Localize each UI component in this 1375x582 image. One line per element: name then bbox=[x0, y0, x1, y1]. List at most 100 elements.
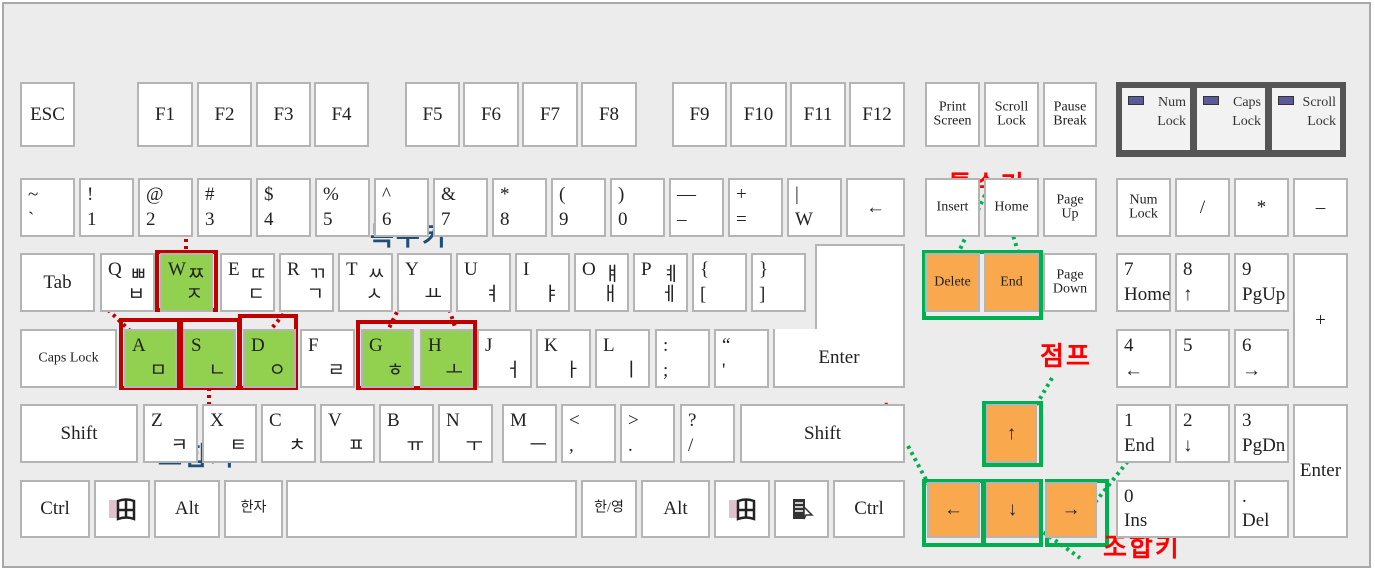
key-lbr[interactable]: {[ bbox=[692, 253, 747, 312]
key-f9[interactable]: F9 bbox=[672, 82, 727, 147]
key-f6[interactable]: F6 bbox=[463, 82, 519, 147]
key-up[interactable]: ↑ bbox=[986, 404, 1037, 463]
key-f1[interactable]: F1 bbox=[137, 82, 193, 147]
key-rshift[interactable]: Shift bbox=[740, 404, 905, 463]
key-cc[interactable]: Cㅊ bbox=[261, 404, 316, 463]
key-down[interactable]: ↓ bbox=[986, 482, 1039, 538]
key-e[interactable]: Eㄸㄷ bbox=[220, 253, 275, 312]
key-k6[interactable]: ^ 6 bbox=[374, 178, 429, 237]
key-x[interactable]: Xㅌ bbox=[202, 404, 257, 463]
key-l[interactable]: Lㅣ bbox=[595, 329, 650, 388]
key-o[interactable]: Oㅒㅐ bbox=[574, 253, 629, 312]
key-k4[interactable]: $4 bbox=[256, 178, 311, 237]
key-n5[interactable]: 5 bbox=[1175, 329, 1230, 388]
key-u[interactable]: Uㅕ bbox=[456, 253, 511, 312]
key-f7[interactable]: F7 bbox=[522, 82, 578, 147]
enter-key-upper[interactable] bbox=[815, 244, 905, 334]
key-n0[interactable]: 0 Ins bbox=[1116, 480, 1230, 538]
key-nsub[interactable]: – bbox=[1293, 178, 1348, 237]
key-menu[interactable] bbox=[774, 480, 829, 538]
key-lctrl[interactable]: Ctrl bbox=[20, 480, 90, 538]
key-q[interactable]: Qㅃㅂ bbox=[100, 253, 155, 312]
key-hanja[interactable]: 한자 bbox=[224, 480, 283, 538]
key-i[interactable]: Iㅑ bbox=[515, 253, 570, 312]
key-esc[interactable]: ESC bbox=[20, 82, 75, 147]
key-pause[interactable]: Pause Break bbox=[1043, 82, 1097, 147]
key-ndot[interactable]: . Del bbox=[1234, 480, 1289, 538]
key-f10[interactable]: F10 bbox=[730, 82, 787, 147]
key-comma[interactable]: <, bbox=[561, 404, 616, 463]
key-f12[interactable]: F12 bbox=[849, 82, 905, 147]
key-n8[interactable]: 8 ↑ bbox=[1175, 253, 1230, 312]
key-b[interactable]: Bㅠ bbox=[379, 404, 434, 463]
key-f2[interactable]: F2 bbox=[197, 82, 252, 147]
key-end[interactable]: End bbox=[984, 253, 1039, 312]
key-a[interactable]: Aㅁ bbox=[124, 329, 177, 388]
key-j[interactable]: Jㅓ bbox=[477, 329, 532, 388]
key-numlock[interactable]: Num Lock bbox=[1116, 178, 1171, 237]
key-rbr[interactable]: }] bbox=[751, 253, 806, 312]
key-n6[interactable]: 6 → bbox=[1234, 329, 1289, 388]
key-equal[interactable]: + = bbox=[728, 178, 783, 237]
key-slash[interactable]: ? / bbox=[680, 404, 735, 463]
key-pgup[interactable]: Page Up bbox=[1043, 178, 1097, 237]
key-left[interactable]: ← bbox=[927, 482, 980, 538]
key-tilde[interactable]: ~ ` bbox=[20, 178, 75, 237]
key-k0[interactable]: ) 0 bbox=[610, 178, 665, 237]
key-ndiv[interactable]: / bbox=[1175, 178, 1230, 237]
key-rwin[interactable] bbox=[714, 480, 770, 538]
key-rctrl[interactable]: Ctrl bbox=[833, 480, 905, 538]
key-n[interactable]: Nㅜ bbox=[438, 404, 493, 463]
key-minus[interactable]: — – bbox=[669, 178, 724, 237]
key-z[interactable]: Zㅋ bbox=[143, 404, 198, 463]
key-s[interactable]: Sㄴ bbox=[183, 329, 236, 388]
key-y[interactable]: Yㅛ bbox=[397, 253, 452, 312]
key-pgdn[interactable]: Page Down bbox=[1043, 253, 1097, 312]
key-k2[interactable]: @2 bbox=[138, 178, 193, 237]
key-backspace[interactable]: ← bbox=[846, 178, 905, 237]
key-scroll[interactable]: Scroll Lock bbox=[984, 82, 1039, 147]
key-d[interactable]: Dㅇ bbox=[243, 329, 296, 388]
key-k3[interactable]: #3 bbox=[197, 178, 252, 237]
key-v[interactable]: Vㅍ bbox=[320, 404, 375, 463]
key-nenter[interactable]: Enter bbox=[1293, 404, 1348, 538]
key-nmul[interactable]: * bbox=[1234, 178, 1289, 237]
key-k5[interactable]: % 5 bbox=[315, 178, 370, 237]
key-insert[interactable]: Insert bbox=[925, 178, 980, 237]
key-space[interactable] bbox=[286, 480, 577, 538]
key-hanyeong[interactable]: 한/영 bbox=[581, 480, 637, 538]
key-n7[interactable]: 7 Home bbox=[1116, 253, 1171, 312]
key-n4[interactable]: 4 ← bbox=[1116, 329, 1171, 388]
key-quote[interactable]: “' bbox=[714, 329, 769, 388]
key-k[interactable]: Kㅏ bbox=[536, 329, 591, 388]
key-period[interactable]: >. bbox=[620, 404, 675, 463]
key-f[interactable]: Fㄹ bbox=[300, 329, 355, 388]
key-h[interactable]: Hㅗ bbox=[420, 329, 473, 388]
key-home[interactable]: Home bbox=[984, 178, 1039, 237]
key-enter[interactable]: Enter bbox=[773, 329, 905, 388]
key-f11[interactable]: F11 bbox=[790, 82, 846, 147]
key-k8[interactable]: * 8 bbox=[492, 178, 547, 237]
key-m[interactable]: Mㅡ bbox=[502, 404, 557, 463]
key-f3[interactable]: F3 bbox=[256, 82, 311, 147]
key-k7[interactable]: & 7 bbox=[433, 178, 488, 237]
key-won[interactable]: | W bbox=[787, 178, 842, 237]
key-semi[interactable]: :; bbox=[655, 329, 710, 388]
key-right[interactable]: → bbox=[1045, 482, 1097, 538]
key-n9[interactable]: 9 PgUp bbox=[1234, 253, 1289, 312]
key-delete[interactable]: Delete bbox=[925, 253, 980, 312]
key-r[interactable]: Rㄲㄱ bbox=[279, 253, 334, 312]
key-n1[interactable]: 1 End bbox=[1116, 404, 1171, 463]
key-n3[interactable]: 3 PgDn bbox=[1234, 404, 1289, 463]
key-lalt[interactable]: Alt bbox=[154, 480, 220, 538]
key-p[interactable]: Pㅖㅔ bbox=[633, 253, 688, 312]
key-f4[interactable]: F4 bbox=[314, 82, 369, 147]
key-lshift[interactable]: Shift bbox=[20, 404, 138, 463]
key-n2[interactable]: 2 ↓ bbox=[1175, 404, 1230, 463]
key-lwin[interactable] bbox=[94, 480, 150, 538]
key-w[interactable]: Wㅉㅈ bbox=[160, 253, 213, 312]
key-tab[interactable]: Tab bbox=[20, 253, 95, 312]
key-k1[interactable]: ! 1 bbox=[79, 178, 134, 237]
key-nadd[interactable]: + bbox=[1293, 253, 1348, 388]
key-k9[interactable]: (9 bbox=[551, 178, 606, 237]
